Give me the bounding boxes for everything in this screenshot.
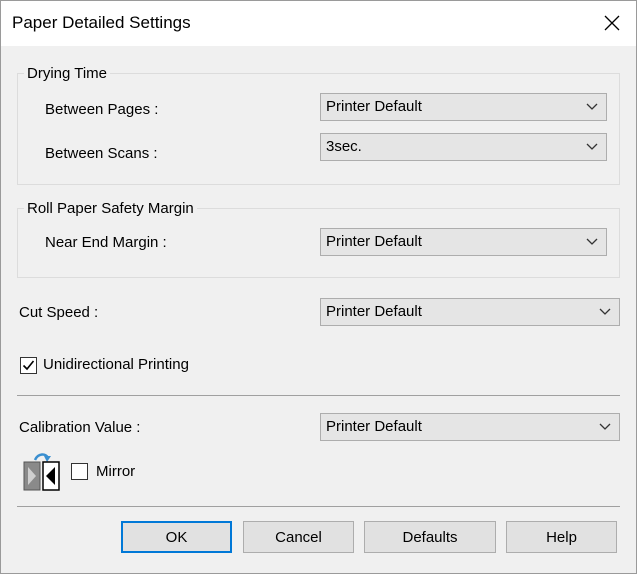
chevron-down-icon [599,308,611,315]
between-scans-dropdown[interactable]: 3sec. [320,133,607,161]
between-pages-value: Printer Default [326,98,422,115]
unidirectional-printing-checkbox[interactable] [20,357,37,374]
ok-button-label: OK [165,528,188,546]
cut-speed-label: Cut Speed : [19,304,99,321]
separator [17,506,620,507]
chevron-down-icon [586,143,598,150]
cut-speed-dropdown[interactable]: Printer Default [320,298,620,326]
ok-button[interactable]: OK [121,521,232,553]
close-button[interactable] [586,0,637,46]
mirror-label[interactable]: Mirror [96,463,135,480]
close-icon [604,15,619,31]
near-end-margin-dropdown[interactable]: Printer Default [320,228,607,256]
cut-speed-value: Printer Default [326,303,422,320]
mirror-print-icon [23,453,60,491]
cancel-button-label: Cancel [275,528,322,546]
near-end-margin-label: Near End Margin : [45,234,167,251]
help-button[interactable]: Help [506,521,617,553]
defaults-button-label: Defaults [402,528,458,546]
calibration-value: Printer Default [326,418,422,435]
separator [17,395,620,396]
calibration-value-dropdown[interactable]: Printer Default [320,413,620,441]
drying-time-group [17,73,620,185]
between-scans-label: Between Scans : [45,145,158,162]
mirror-checkbox[interactable] [71,463,88,480]
chevron-down-icon [586,103,598,110]
roll-paper-group-label: Roll Paper Safety Margin [24,200,197,217]
near-end-margin-value: Printer Default [326,233,422,250]
cancel-button[interactable]: Cancel [243,521,354,553]
between-scans-value: 3sec. [326,138,362,155]
between-pages-dropdown[interactable]: Printer Default [320,93,607,121]
window-title: Paper Detailed Settings [12,13,191,32]
drying-time-group-label: Drying Time [24,65,111,82]
between-pages-label: Between Pages : [45,101,159,118]
chevron-down-icon [599,423,611,430]
help-button-label: Help [546,528,577,546]
unidirectional-printing-label[interactable]: Unidirectional Printing [43,356,189,373]
checkmark-icon [22,360,35,371]
calibration-value-label: Calibration Value : [19,419,141,436]
title-bar: Paper Detailed Settings [0,0,637,46]
chevron-down-icon [586,238,598,245]
defaults-button[interactable]: Defaults [364,521,496,553]
